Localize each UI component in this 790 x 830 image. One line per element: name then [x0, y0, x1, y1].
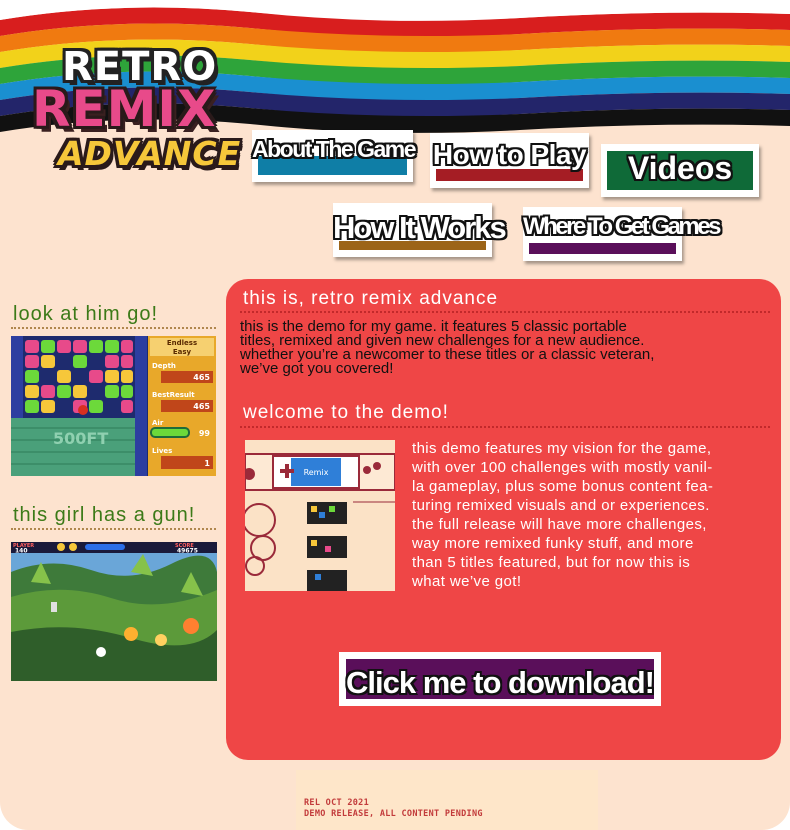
footer-release-note: DEMO RELEASE, ALL CONTENT PENDING [304, 809, 483, 819]
demo-preview-art: Remix [245, 440, 395, 591]
demo-line: way more remixed funky stuff, and more [412, 535, 694, 552]
footer: REL OCT 2021 DEMO RELEASE, ALL CONTENT P… [296, 770, 598, 830]
demo-line: with over 100 challenges with mostly van… [412, 459, 713, 476]
intro-paragraph: this is the demo for my game. it feature… [240, 319, 770, 377]
best-value: 465 [193, 402, 210, 411]
depth-overlay-text: 500FT [53, 429, 108, 448]
depth-label: Depth [152, 362, 176, 370]
depth-value: 465 [193, 373, 210, 382]
player-value: 140 [15, 548, 28, 555]
site-logo[interactable]: RETRO REMIX ADVANCE [32, 44, 252, 179]
nav-videos[interactable]: Videos [601, 144, 759, 197]
lives-label: Lives [152, 447, 172, 455]
mode-top-text: Endless [167, 339, 197, 347]
footer-release-date: REL OCT 2021 [304, 798, 370, 808]
air-label: Air [152, 419, 164, 427]
demo-line: la gameplay, plus some bonus content fea… [412, 478, 714, 495]
sidebar-title-2: this girl has a gun! [13, 504, 196, 526]
site-frame: RETRO REMIX ADVANCE About The Game How t… [0, 0, 790, 830]
logo-remix-text: REMIX [32, 80, 217, 138]
divider [240, 311, 770, 313]
mode-text: Easy [173, 348, 192, 356]
divider [11, 327, 216, 329]
lives-value: 1 [204, 459, 210, 468]
shooter-game-art: PLAYER 140 SCORE 49675 [11, 542, 217, 681]
puzzle-game-art: 500FT Endless Easy Depth 465 BestResult … [11, 336, 216, 476]
page: RETRO REMIX ADVANCE About The Game How t… [0, 0, 790, 830]
divider [240, 426, 770, 428]
demo-line: what we’ve got! [412, 573, 522, 590]
demo-paragraph: this demo features my vision for the gam… [412, 439, 772, 591]
score-value: 49675 [177, 548, 198, 555]
demo-line: this demo features my vision for the gam… [412, 440, 712, 457]
sidebar-title-1: look at him go! [13, 303, 159, 325]
intro-line: we’ve got you covered! [240, 360, 394, 377]
nav-label: Where To Get Games [523, 213, 721, 240]
section-heading-demo: welcome to the demo! [243, 402, 449, 423]
logo-advance-text: ADVANCE [58, 134, 242, 173]
demo-image-label: Remix [304, 468, 329, 477]
demo-preview-image: Remix [245, 440, 395, 591]
best-label: BestResult [152, 391, 195, 399]
air-value: 99 [199, 429, 211, 438]
nav-label: Videos [627, 150, 733, 186]
download-button-fill: Click me to download! [346, 659, 655, 700]
section-heading-intro: this is, retro remix advance [243, 288, 499, 309]
divider [11, 528, 216, 530]
demo-line: the full release will have more challeng… [412, 516, 707, 533]
nav-label: About The Game [252, 136, 417, 162]
demo-line: turing remixed visuals and or experience… [412, 497, 710, 514]
download-button-label: Click me to download! [346, 665, 655, 700]
nav-button-fill [529, 243, 676, 254]
game-screenshot-puzzle: 500FT Endless Easy Depth 465 BestResult … [11, 336, 216, 476]
nav-how-to-play[interactable]: How to Play [430, 133, 589, 188]
demo-line: than 5 titles featured, but for now this… [412, 554, 691, 571]
download-button[interactable]: Click me to download! [339, 652, 661, 706]
game-screenshot-shooter: PLAYER 140 SCORE 49675 [11, 542, 217, 681]
nav-how-it-works[interactable]: How It Works [333, 203, 507, 257]
nav-label: How to Play [432, 139, 587, 170]
nav-about-the-game[interactable]: About The Game [252, 130, 417, 182]
nav-label: How It Works [333, 210, 507, 245]
nav-where-to-get-games[interactable]: Where To Get Games [523, 207, 721, 261]
